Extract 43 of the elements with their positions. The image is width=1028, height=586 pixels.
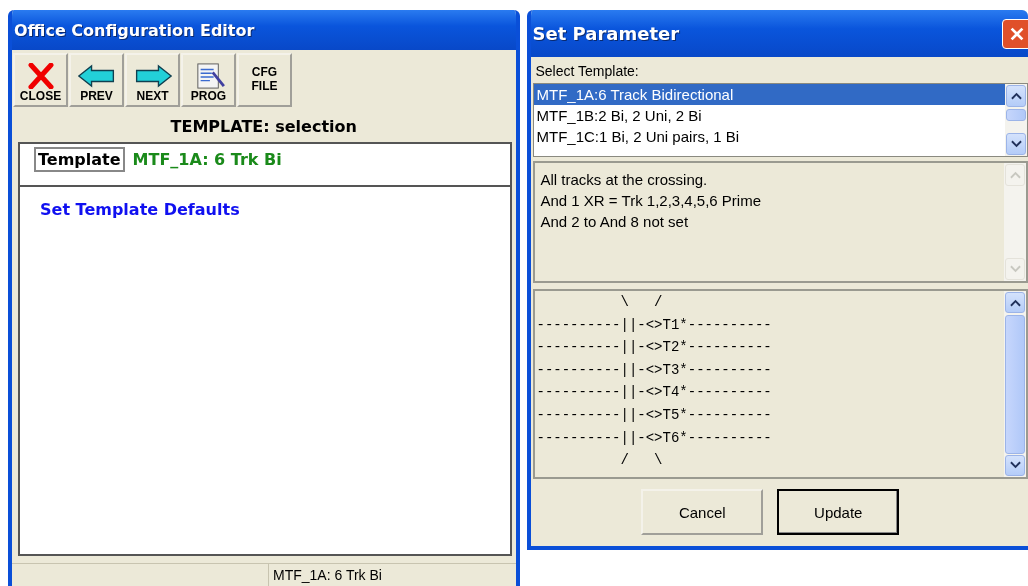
template-item[interactable]: MTF_1A:6 Track Bidirectional	[533, 84, 1005, 105]
scroll-thumb[interactable]	[1006, 109, 1026, 121]
toolbar-button[interactable]: PREV	[69, 53, 124, 107]
scroll-down-button[interactable]	[1005, 454, 1025, 476]
close-button[interactable]	[1002, 18, 1028, 49]
down-chevron-icon	[1010, 140, 1022, 148]
field-label: Template	[34, 147, 125, 172]
dialog-title: Set Parameter	[532, 23, 680, 44]
down-chevron-icon	[1009, 461, 1021, 470]
diagram-line: / \	[619, 451, 664, 471]
list-label: Select Template:	[534, 63, 640, 81]
scroll-up-button[interactable]	[1006, 85, 1026, 107]
diagram-line: ----------||-<>T5*----------	[536, 405, 773, 425]
section-heading: TEMPLATE: selection	[169, 116, 358, 138]
up-chevron-icon	[1010, 92, 1022, 100]
template-item[interactable]: MTF_1B:2 Bi, 2 Uni, 2 Bi	[533, 105, 1005, 126]
description-line: And 1 XR = Trk 1,2,3,4,5,6 Prime	[540, 191, 763, 211]
toolbar-button[interactable]: NEXT	[125, 53, 180, 107]
diagram-line: ----------||-<>T3*----------	[536, 360, 773, 380]
down-chevron-icon	[1009, 265, 1021, 273]
template-item[interactable]: MTF_1C:1 Bi, 2 Uni pairs, 1 Bi	[533, 126, 1005, 147]
toolbar-button[interactable]: CLOSE	[13, 53, 68, 107]
template-value[interactable]: MTF_1A: 6 Trk Bi	[132, 147, 282, 169]
diagram-line: ----------||-<>T4*----------	[536, 383, 773, 403]
toolbar-button[interactable]: CFG FILE	[237, 53, 292, 107]
diagram-line: ----------||-<>T6*----------	[536, 428, 773, 448]
up-chevron-icon	[1009, 298, 1021, 307]
status-text: MTF_1A: 6 Trk Bi	[268, 564, 516, 586]
scroll-up-button[interactable]	[1005, 292, 1025, 314]
up-chevron-icon	[1009, 171, 1021, 179]
description-line: And 2 to And 8 not set	[540, 212, 690, 232]
scroll-thumb[interactable]	[1005, 315, 1025, 454]
window-title: Office Configuration Editor	[14, 20, 255, 40]
dialog-button[interactable]: Cancel	[641, 489, 764, 535]
left-arrow-icon	[76, 63, 117, 89]
scroll-down-button[interactable]	[1006, 133, 1026, 155]
default-button[interactable]: Update	[777, 489, 900, 535]
description-line: All tracks at the crossing.	[540, 170, 709, 190]
toolbar-button[interactable]: PROG	[181, 53, 236, 107]
set-defaults-link[interactable]: Set Template Defaults	[40, 200, 240, 219]
diagram-line: ----------||-<>T1*----------	[536, 315, 773, 335]
diagram-line: ----------||-<>T2*----------	[536, 338, 773, 358]
diagram-line: \ /	[619, 293, 664, 312]
